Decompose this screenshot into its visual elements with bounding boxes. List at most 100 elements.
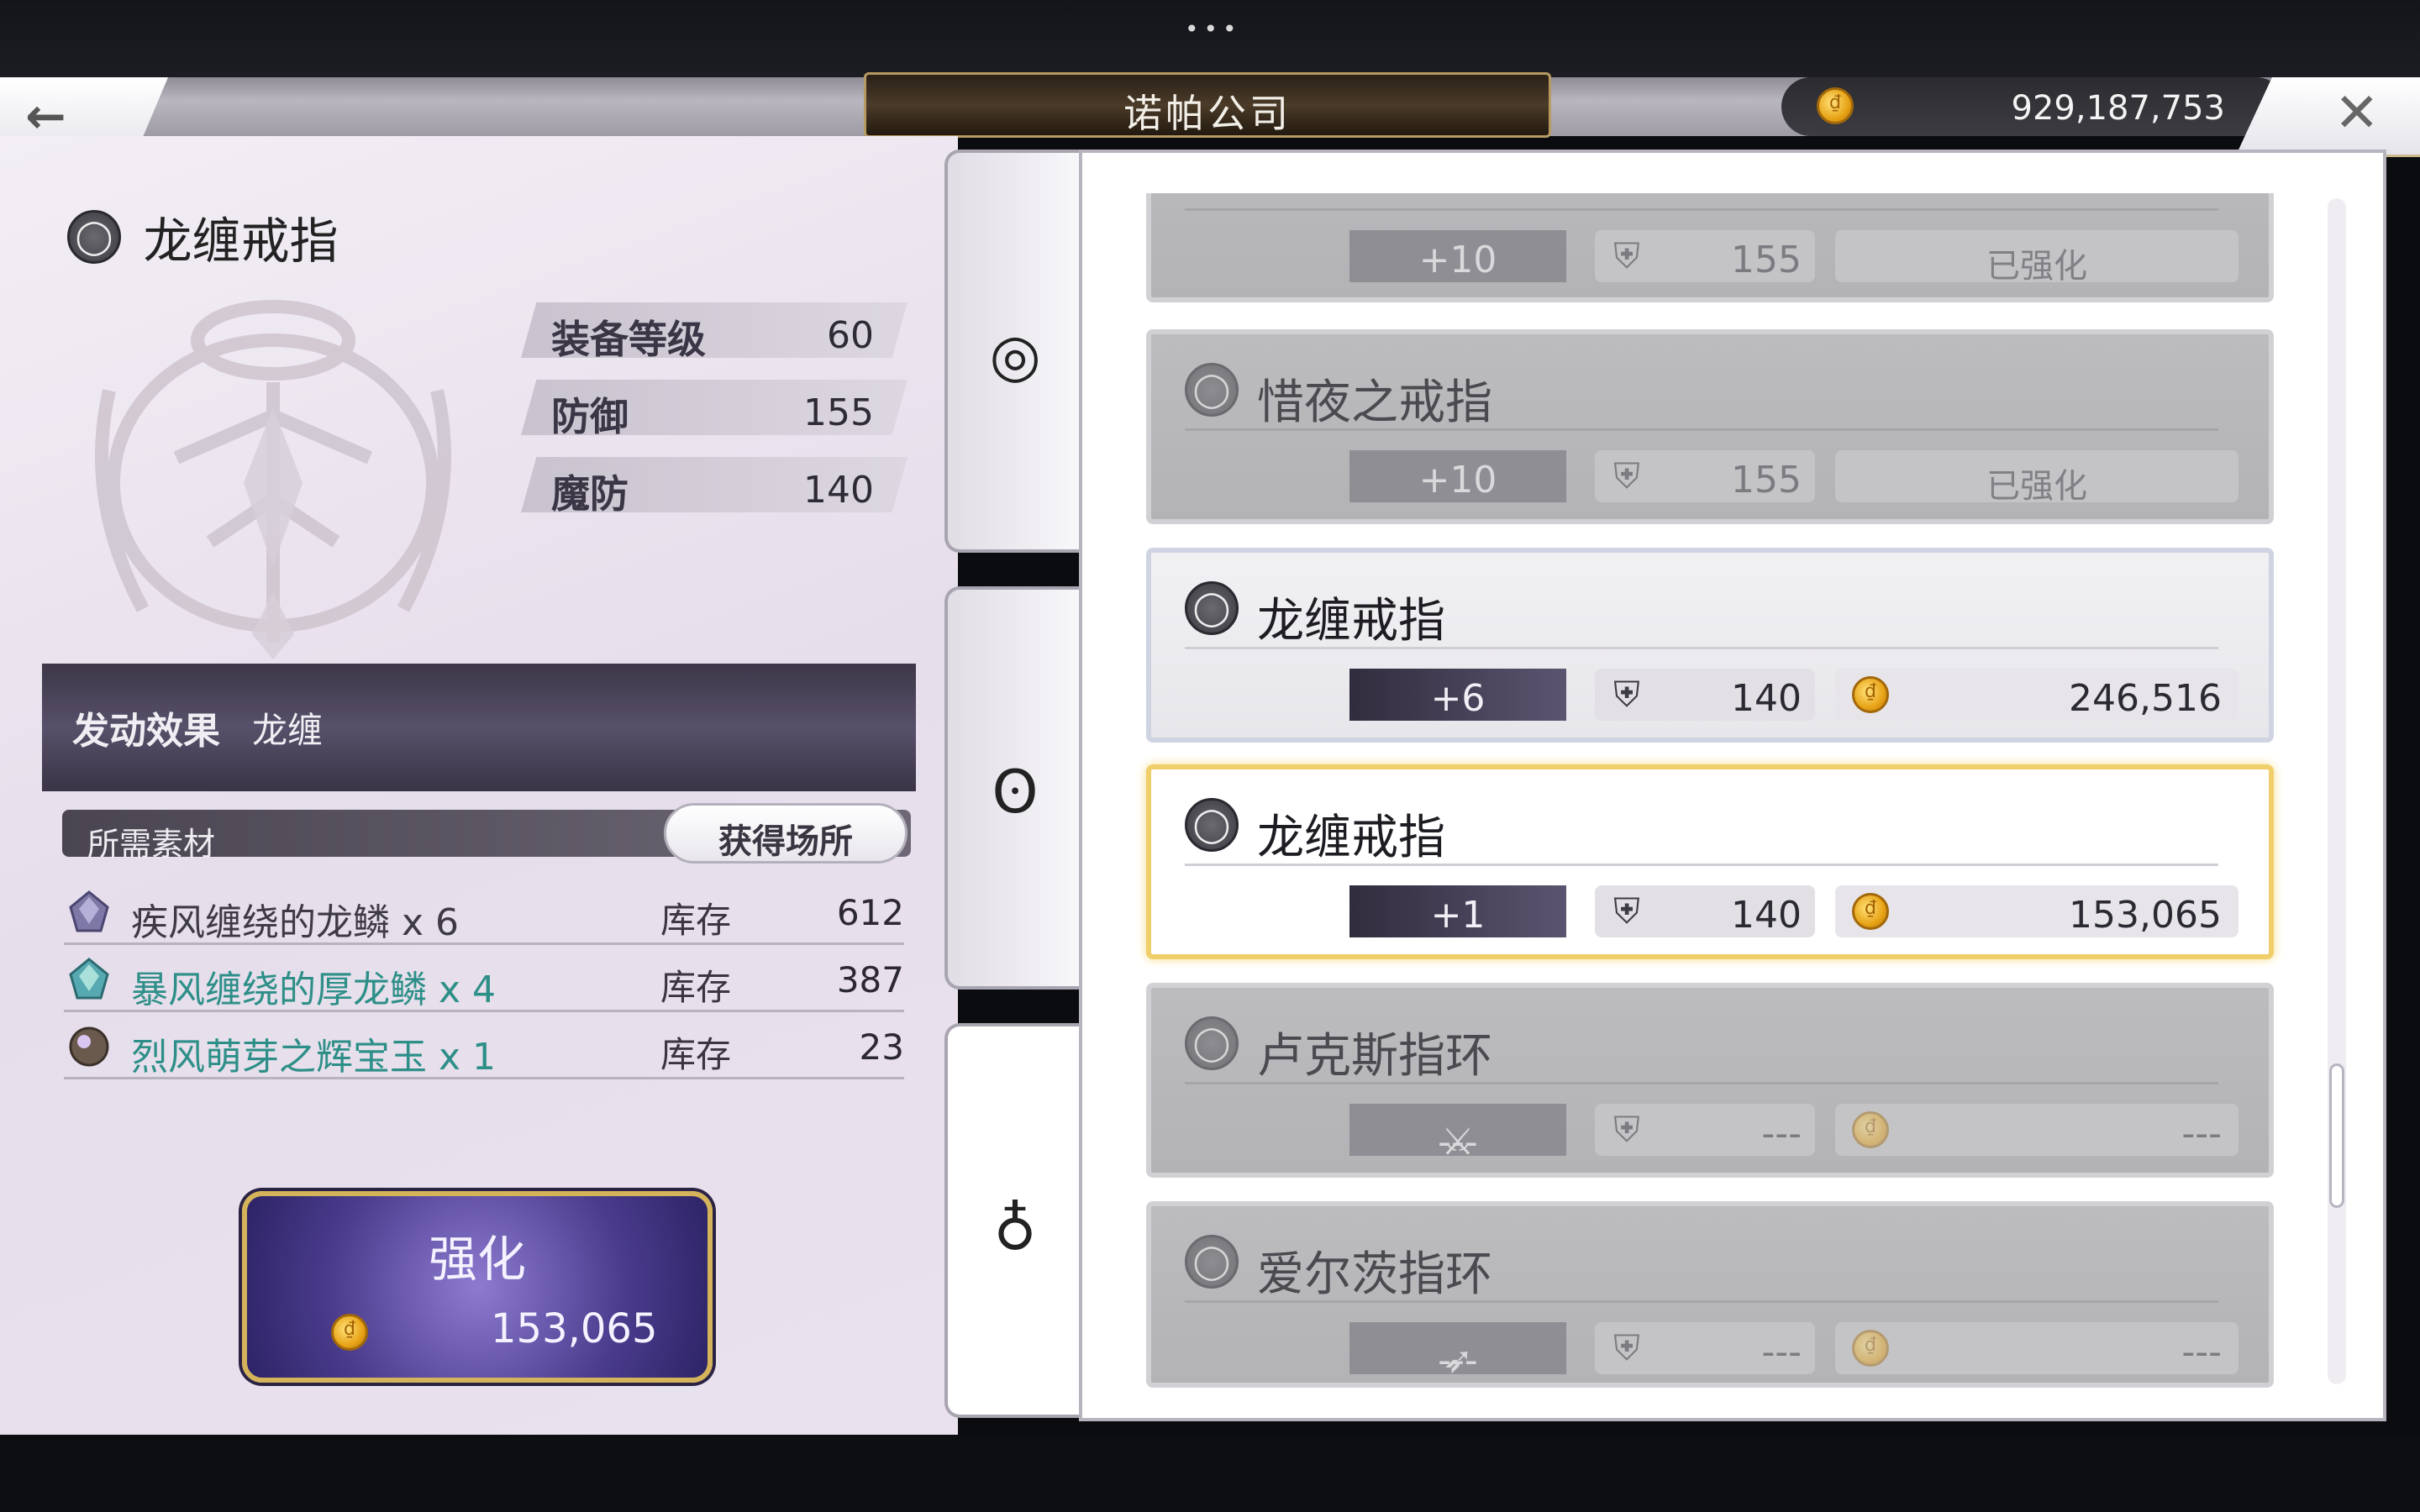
weapon-requirement: ⚔ --- — [1349, 1104, 1566, 1163]
stat-magic-defense: 魔防 140 — [521, 457, 908, 512]
shield-icon: ⛨ — [1613, 235, 1640, 276]
tab-ring[interactable]: ♁ — [944, 1023, 1079, 1418]
effect-label: 发动效果 — [72, 710, 220, 753]
enhance-level-value: +1 — [1430, 894, 1486, 937]
list-item[interactable]: 龙缠戒指 +6 ⛨ 140 246,516 — [1146, 548, 2274, 743]
cost-box: --- — [1835, 1104, 2238, 1156]
stat-label: 装备等级 — [551, 317, 706, 362]
cost-value: 246,516 — [2069, 677, 2222, 720]
status-box: 已强化 — [1835, 230, 2238, 286]
gold-coin-icon — [1852, 676, 1889, 713]
close-icon: ✕ — [2334, 82, 2380, 144]
stat-label: 防御 — [551, 394, 629, 439]
item-name: 龙缠戒指 — [1257, 811, 1445, 865]
item-name: 爱尔茨指环 — [1257, 1247, 1492, 1302]
defense-value: --- — [1761, 1112, 1802, 1155]
stat-equip-level: 装备等级 60 — [521, 302, 908, 358]
enhanced-status: 已强化 — [1986, 247, 2087, 286]
defense-box: ⛨ --- — [1595, 1322, 1815, 1374]
cost-box: --- — [1835, 1322, 2238, 1374]
row-divider — [1185, 208, 2218, 211]
requirement-value: --- — [1438, 1339, 1478, 1382]
materials-header-label: 所需素材 — [87, 826, 216, 863]
defense-box: ⛨ 155 — [1595, 450, 1815, 502]
material-row[interactable]: 烈风萌芽之辉宝玉 x 1 库存 23 — [64, 1015, 904, 1079]
stock-label: 库存 — [660, 967, 732, 1008]
defense-box: ⛨ --- — [1595, 1104, 1815, 1156]
gem-orb-icon — [69, 1026, 109, 1067]
material-row[interactable]: 暴风缠绕的厚龙鳞 x 4 库存 387 — [64, 948, 904, 1012]
defense-box: ⛨ 140 — [1595, 885, 1815, 937]
cost-value: --- — [2181, 1112, 2222, 1155]
stat-value: 140 — [803, 469, 874, 512]
stock-count: 387 — [836, 959, 904, 1000]
list-item[interactable]: 惜夜之戒指 +10 ⛨ 155 已强化 — [1146, 329, 2274, 524]
gold-coin-icon — [1852, 893, 1889, 930]
stat-defense: 防御 155 — [521, 380, 908, 435]
shield-icon: ⛨ — [1613, 455, 1640, 496]
cost-box: 153,065 — [1835, 885, 2238, 937]
row-divider — [1185, 1082, 2218, 1084]
list-item[interactable]: 爱尔茨指环 ➶ --- ⛨ --- --- — [1146, 1201, 2274, 1388]
enhanced-status: 已强化 — [1986, 467, 2087, 506]
armlet-icon: ◎ — [989, 321, 1041, 390]
enhance-level: +1 — [1349, 885, 1566, 937]
shield-icon: ⛨ — [1613, 1109, 1640, 1150]
defense-value: 140 — [1731, 894, 1802, 937]
enhance-cost: 153,065 — [491, 1305, 658, 1352]
weapon-requirement: ➶ --- — [1349, 1322, 1566, 1382]
tab-necklace[interactable]: ʘ — [944, 586, 1079, 990]
enhance-button[interactable]: 强化 153,065 — [242, 1191, 713, 1383]
defense-value: 140 — [1731, 677, 1802, 720]
stat-label: 魔防 — [551, 471, 629, 517]
requirement-value: --- — [1438, 1121, 1478, 1163]
title-plate: 诺帕公司 — [864, 72, 1551, 138]
status-box: 已强化 — [1835, 450, 2238, 506]
thick-dragon-scale-icon — [69, 958, 109, 1000]
enhance-level-value: +10 — [1418, 459, 1497, 501]
gold-coin-icon — [1817, 87, 1854, 124]
ring-tab-icon: ♁ — [993, 1194, 1037, 1263]
enhance-level: +10 — [1349, 230, 1566, 282]
cost-value: --- — [2181, 1331, 2222, 1373]
effect-bar: 发动效果 龙缠 — [42, 664, 916, 791]
gold-coin-icon — [1852, 1330, 1889, 1367]
material-row[interactable]: 疾风缠绕的龙鳞 x 6 库存 612 — [64, 880, 904, 945]
acquire-location-button[interactable]: 获得场所 — [664, 803, 908, 864]
enhance-level: +6 — [1349, 669, 1566, 721]
item-name: 龙缠戒指 — [143, 213, 339, 270]
shield-icon: ⛨ — [1613, 890, 1640, 932]
ring-icon — [1185, 581, 1239, 635]
currency-amount: 929,187,753 — [2011, 89, 2225, 128]
enhance-label: 强化 — [428, 1231, 526, 1288]
row-divider — [1185, 864, 2218, 866]
currency-display: 929,187,753 — [1781, 77, 2286, 136]
stock-count: 612 — [836, 892, 904, 933]
dragon-scale-icon — [69, 890, 109, 932]
ring-icon — [1185, 1235, 1239, 1289]
item-name: 卢克斯指环 — [1257, 1029, 1492, 1084]
defense-box: ⛨ 140 — [1595, 669, 1815, 721]
stock-count: 23 — [859, 1026, 904, 1068]
effect-value: 龙缠 — [252, 710, 324, 751]
material-name: 疾风缠绕的龙鳞 x 6 — [131, 901, 460, 944]
scrollbar-thumb[interactable] — [2329, 1063, 2344, 1208]
shield-icon: ⛨ — [1613, 1327, 1640, 1368]
gold-coin-icon — [331, 1314, 368, 1351]
bottom-bar — [0, 1435, 2420, 1512]
stat-value: 155 — [803, 391, 874, 434]
ring-icon — [1185, 1016, 1239, 1070]
defense-value: --- — [1761, 1331, 1802, 1373]
menu-dots-icon[interactable]: ••• — [1185, 15, 1242, 43]
acquire-location-label: 获得场所 — [718, 822, 853, 861]
material-name: 暴风缠绕的厚龙鳞 x 4 — [131, 969, 497, 1011]
enhance-level-value: +10 — [1418, 239, 1497, 281]
system-bar: ••• — [0, 0, 2420, 77]
list-item[interactable]: 卢克斯指环 ⚔ --- ⛨ --- --- — [1146, 983, 2274, 1178]
material-name: 烈风萌芽之辉宝玉 x 1 — [131, 1036, 497, 1079]
defense-box: ⛨ 155 — [1595, 230, 1815, 282]
ring-icon — [1185, 798, 1239, 852]
tab-armlet[interactable]: ◎ — [944, 150, 1079, 553]
enhance-level-value: +6 — [1430, 677, 1486, 720]
list-item-selected[interactable]: 龙缠戒指 +1 ⛨ 140 153,065 — [1146, 764, 2274, 959]
